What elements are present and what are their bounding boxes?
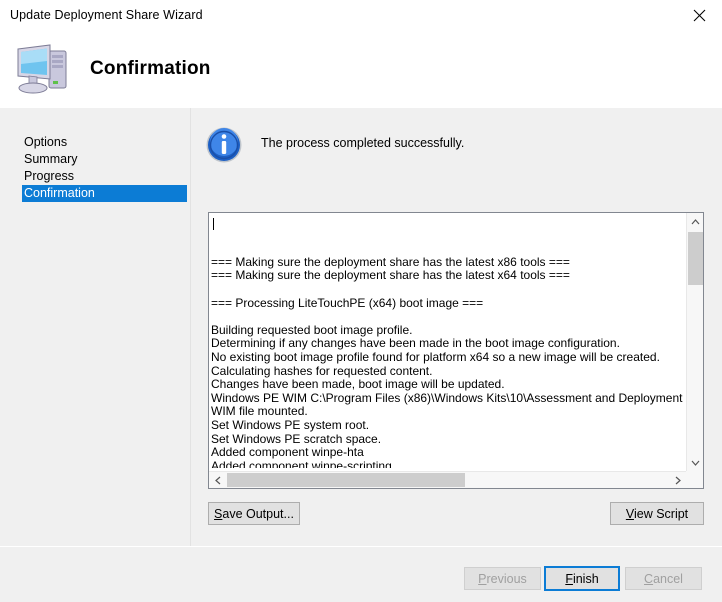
info-icon	[205, 126, 243, 164]
close-icon	[693, 9, 706, 22]
log-horizontal-scrollbar[interactable]	[209, 471, 686, 488]
chevron-down-icon	[691, 460, 700, 466]
chevron-up-icon	[691, 219, 700, 225]
cancel-label: Cancel	[644, 572, 683, 586]
log-line: === Making sure the deployment share has…	[211, 256, 687, 270]
log-line	[211, 283, 687, 297]
previous-button[interactable]: Previous	[464, 567, 541, 590]
finish-label: Finish	[565, 572, 598, 586]
sidebar-item-options[interactable]: Options	[22, 134, 185, 151]
wizard-footer: Previous Finish Cancel	[0, 547, 722, 602]
scroll-down-button[interactable]	[687, 454, 703, 471]
close-button[interactable]	[676, 0, 722, 30]
computer-icon	[12, 39, 76, 99]
log-line: Set Windows PE system root.	[211, 419, 687, 433]
log-line: Windows PE WIM C:\Program Files (x86)\Wi…	[211, 392, 687, 406]
horizontal-scroll-thumb[interactable]	[227, 473, 465, 487]
output-log-box[interactable]: === Making sure the deployment share has…	[208, 212, 704, 489]
window-title: Update Deployment Share Wizard	[10, 8, 203, 22]
log-line: Added component winpe-hta	[211, 446, 687, 460]
previous-label: Previous	[478, 572, 527, 586]
view-script-button[interactable]: View Script	[610, 502, 704, 525]
status-row: The process completed successfully.	[205, 126, 464, 164]
status-message: The process completed successfully.	[261, 136, 464, 150]
title-bar: Update Deployment Share Wizard	[0, 0, 722, 30]
log-lines: === Making sure the deployment share has…	[211, 256, 687, 468]
sidebar-item-progress[interactable]: Progress	[22, 168, 185, 185]
log-line: WIM file mounted.	[211, 405, 687, 419]
cancel-button[interactable]: Cancel	[625, 567, 702, 590]
log-line: Determining if any changes have been mad…	[211, 337, 687, 351]
wizard-steps-list: Options Summary Progress Confirmation	[22, 134, 185, 202]
sidebar-item-summary[interactable]: Summary	[22, 151, 185, 168]
view-script-label: View Script	[626, 507, 688, 521]
log-line: Added component winpe-scripting	[211, 460, 687, 468]
wizard-header: Confirmation	[0, 30, 722, 108]
log-line: === Making sure the deployment share has…	[211, 269, 687, 283]
scroll-left-button[interactable]	[209, 472, 226, 488]
save-output-button[interactable]: Save Output...	[208, 502, 300, 525]
log-line	[211, 310, 687, 324]
log-line: Set Windows PE scratch space.	[211, 433, 687, 447]
log-line: No existing boot image profile found for…	[211, 351, 687, 365]
log-line: Changes have been made, boot image will …	[211, 378, 687, 392]
scroll-right-button[interactable]	[669, 472, 686, 488]
log-vertical-scrollbar[interactable]	[686, 213, 703, 471]
page-title: Confirmation	[90, 58, 211, 80]
sidebar-item-confirmation[interactable]: Confirmation	[22, 185, 187, 202]
finish-button[interactable]: Finish	[544, 566, 620, 591]
text-caret	[213, 218, 214, 230]
wizard-steps-sidebar: Options Summary Progress Confirmation	[0, 108, 190, 546]
chevron-left-icon	[215, 476, 221, 485]
output-log-text[interactable]: === Making sure the deployment share has…	[211, 215, 687, 468]
save-output-label: Save Output...	[214, 507, 294, 521]
log-line: Calculating hashes for requested content…	[211, 365, 687, 379]
log-line: Building requested boot image profile.	[211, 324, 687, 338]
vertical-scroll-thumb[interactable]	[688, 232, 703, 285]
main-panel: The process completed successfully. === …	[191, 108, 722, 546]
scrollbar-corner	[686, 471, 703, 488]
log-line: === Processing LiteTouchPE (x64) boot im…	[211, 297, 687, 311]
scroll-up-button[interactable]	[687, 213, 703, 230]
chevron-right-icon	[675, 476, 681, 485]
